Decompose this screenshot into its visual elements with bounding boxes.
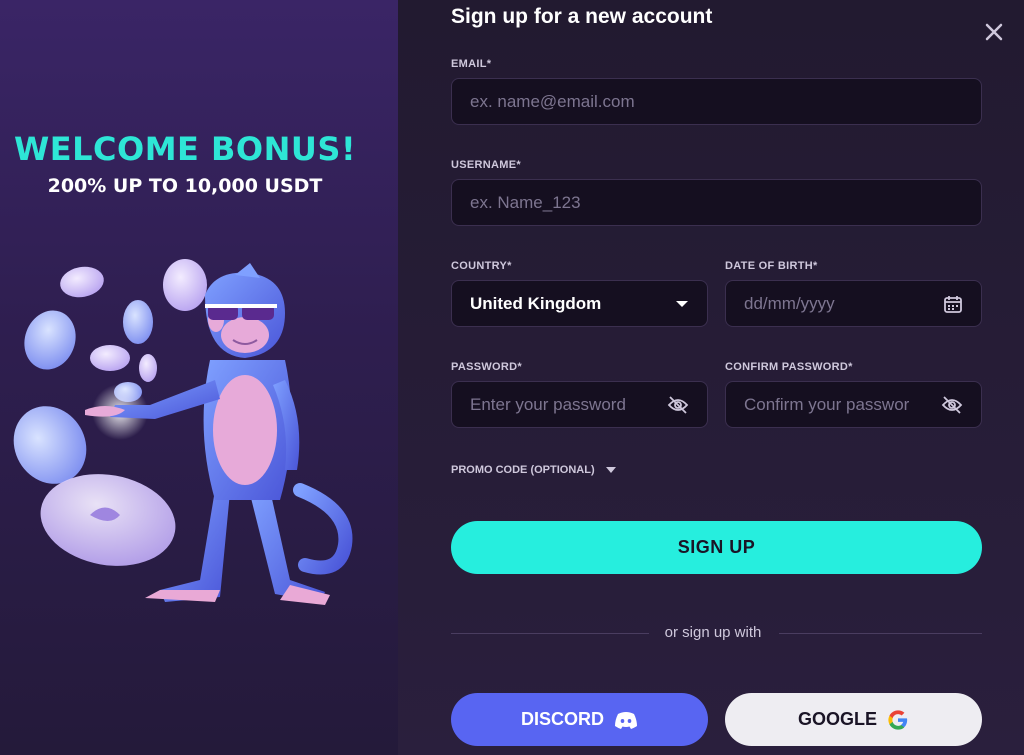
discord-label: DISCORD: [520, 709, 604, 729]
promo-code-toggle[interactable]: PROMO CODE (OPTIONAL): [451, 464, 617, 476]
close-icon: [985, 23, 1003, 41]
confirm-password-field[interactable]: Confirm your passwor: [725, 381, 982, 428]
divider-text: or sign up with: [664, 624, 762, 641]
email-field[interactable]: [451, 78, 982, 125]
sign-up-button[interactable]: SIGN UP: [451, 521, 982, 574]
divider-right: [779, 633, 982, 634]
google-button[interactable]: GOOGLE: [725, 693, 982, 746]
dob-field[interactable]: dd/mm/yyyy: [725, 280, 982, 327]
username-field[interactable]: [451, 179, 982, 226]
promo-code-label: PROMO CODE (OPTIONAL): [451, 464, 595, 476]
email-input[interactable]: [470, 91, 963, 112]
monkey-coins-illustration: [13, 259, 353, 605]
form-title: Sign up for a new account: [451, 5, 713, 28]
promo-panel: WELCOME BONUS! 200% UP TO 10,000 USDT: [0, 0, 398, 755]
eye-off-icon[interactable]: [941, 395, 963, 415]
google-label: GOOGLE: [797, 709, 877, 729]
password-placeholder: Enter your password: [470, 394, 626, 414]
chevron-down-icon: [676, 300, 688, 307]
username-input[interactable]: [470, 192, 963, 213]
bonus-subtitle: 200% UP TO 10,000 USDT: [47, 175, 323, 197]
dob-placeholder: dd/mm/yyyy: [744, 293, 835, 313]
email-label: EMAIL*: [451, 58, 492, 70]
calendar-icon[interactable]: [943, 294, 963, 314]
confirm-password-label: CONFIRM PASSWORD*: [725, 361, 853, 373]
username-label: USERNAME*: [451, 159, 521, 171]
signup-form-panel: Sign up for a new account EMAIL* USERNAM…: [398, 0, 1024, 755]
country-select[interactable]: United Kingdom: [451, 280, 708, 327]
divider-left: [451, 633, 649, 634]
country-value: United Kingdom: [470, 293, 602, 313]
bonus-title: WELCOME BONUS!: [13, 130, 357, 168]
password-label: PASSWORD*: [451, 361, 522, 373]
sign-up-label: SIGN UP: [677, 537, 756, 557]
confirm-password-placeholder: Confirm your passwor: [744, 394, 910, 414]
chevron-down-icon: [605, 467, 616, 473]
close-button[interactable]: [981, 19, 1007, 45]
google-icon: [888, 709, 908, 730]
password-field[interactable]: Enter your password: [451, 381, 708, 428]
eye-off-icon[interactable]: [667, 395, 689, 415]
discord-button[interactable]: DISCORD: [451, 693, 708, 746]
dob-label: DATE OF BIRTH*: [725, 260, 818, 272]
discord-icon: [615, 711, 637, 729]
country-label: COUNTRY*: [451, 260, 512, 272]
